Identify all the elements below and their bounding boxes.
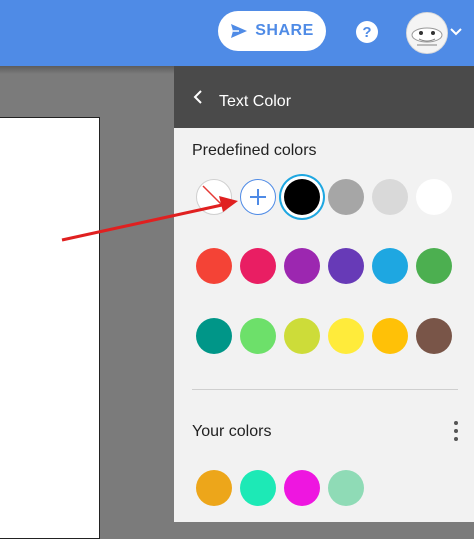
color-swatch[interactable]	[240, 248, 276, 284]
avatar[interactable]	[406, 12, 448, 54]
color-swatch[interactable]	[372, 318, 408, 354]
color-swatch-selected[interactable]	[284, 179, 320, 215]
color-swatch[interactable]	[328, 179, 364, 215]
add-color-button[interactable]	[240, 179, 276, 215]
color-swatch[interactable]	[196, 248, 232, 284]
color-swatch[interactable]	[284, 318, 320, 354]
text-color-panel: Text Color Predefined colors Your colors	[174, 66, 474, 522]
color-swatch[interactable]	[240, 318, 276, 354]
custom-color-swatch[interactable]	[240, 470, 276, 506]
question-icon[interactable]: ?	[356, 21, 378, 43]
color-swatch[interactable]	[416, 318, 452, 354]
custom-color-swatch[interactable]	[328, 470, 364, 506]
send-icon	[231, 24, 248, 38]
top-bar: SHARE ?	[0, 0, 474, 66]
color-swatch[interactable]	[328, 248, 364, 284]
no-color-swatch[interactable]	[196, 179, 232, 215]
color-swatch[interactable]	[416, 179, 452, 215]
color-swatch[interactable]	[284, 248, 320, 284]
custom-color-swatch[interactable]	[196, 470, 232, 506]
color-swatch[interactable]	[372, 248, 408, 284]
divider	[192, 389, 458, 390]
custom-color-swatch[interactable]	[284, 470, 320, 506]
chevron-down-icon[interactable]	[448, 24, 464, 40]
document-page[interactable]	[0, 117, 100, 539]
share-label: SHARE	[255, 22, 314, 39]
panel-title: Text Color	[219, 93, 292, 110]
avatar-image	[407, 13, 447, 53]
your-colors-title: Your colors	[192, 423, 272, 440]
predefined-colors-title: Predefined colors	[192, 142, 317, 159]
chevron-left-icon[interactable]	[190, 88, 206, 106]
panel-header: Text Color	[174, 66, 474, 128]
canvas-shadow	[0, 66, 174, 74]
share-button[interactable]: SHARE	[218, 11, 326, 51]
color-swatch[interactable]	[416, 248, 452, 284]
color-swatch[interactable]	[372, 179, 408, 215]
plus-icon	[250, 189, 266, 205]
color-swatch[interactable]	[328, 318, 364, 354]
color-swatch[interactable]	[196, 318, 232, 354]
more-vertical-icon[interactable]	[452, 421, 460, 441]
